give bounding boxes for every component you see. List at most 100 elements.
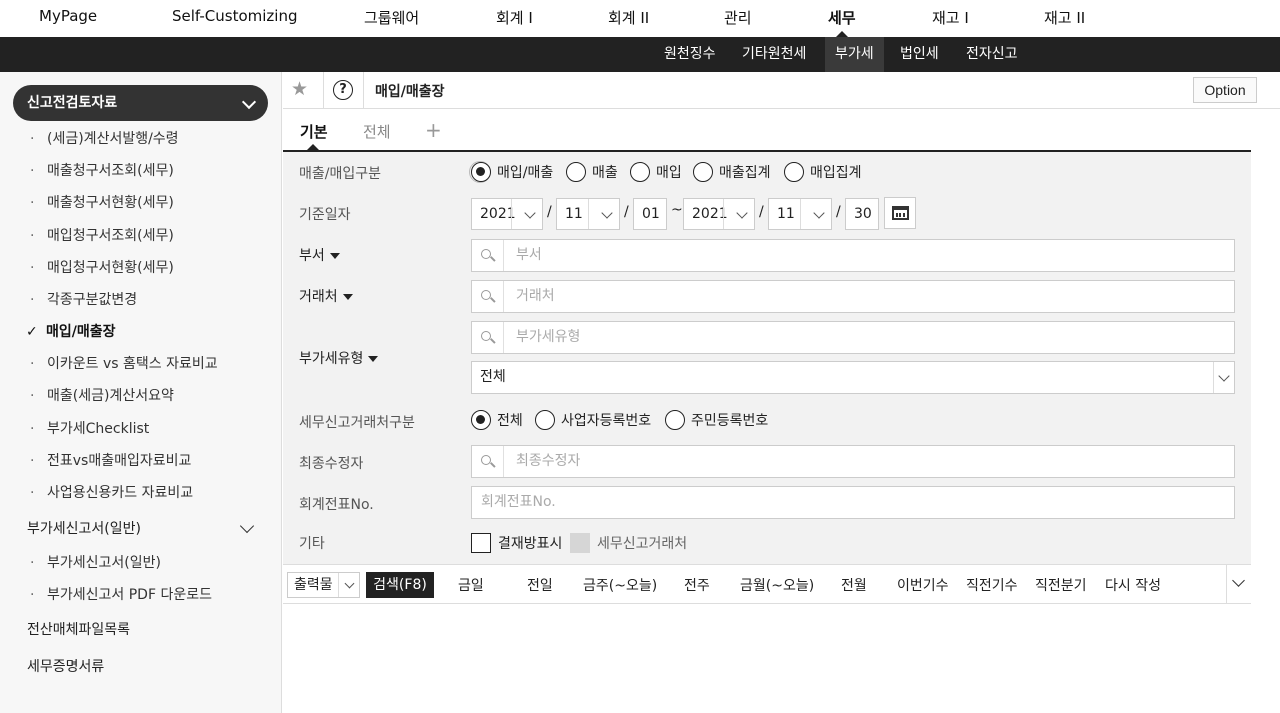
sidebar-item[interactable]: · 사업용신용카드 자료비교 [30, 482, 193, 502]
output-select[interactable]: 출력물 [287, 572, 360, 598]
sidebar-item[interactable]: · 매입청구서조회(세무) [30, 225, 174, 245]
top-nav-accounting-2[interactable]: 회계 II [608, 7, 649, 28]
sidebar-section-vat-report[interactable]: 부가세신고서(일반) [27, 518, 141, 538]
vat-type-label[interactable]: 부가세유형 [299, 348, 379, 368]
option-button[interactable]: Option [1193, 77, 1257, 103]
radio-purchase-summary[interactable]: 매입집계 [784, 162, 862, 182]
quick-last-period[interactable]: 직전기수 [966, 575, 1018, 595]
sidebar-item-active[interactable]: ✓ 매입/매출장 [26, 321, 116, 341]
bullet-icon: · [30, 131, 35, 147]
sidebar-header-label: 신고전검토자료 [27, 95, 118, 111]
quick-today[interactable]: 금일 [458, 575, 484, 595]
voucher-no-label: 회계전표No. [299, 497, 374, 513]
radio-all[interactable]: 전체 [471, 410, 523, 430]
vat-type-search-input[interactable]: 부가세유형 [471, 321, 1235, 354]
radio-sales-summary[interactable]: 매출집계 [693, 162, 771, 182]
top-nav: MyPage Self-Customizing 그룹웨어 회계 I 회계 II … [0, 0, 1280, 37]
sub-nav-withholding[interactable]: 원천징수 [654, 37, 726, 72]
tab-all[interactable]: 전체 [363, 121, 391, 142]
sidebar-item[interactable]: · 매출청구서현황(세무) [30, 192, 174, 212]
bullet-icon: · [30, 292, 35, 308]
page-title: 매입/매출장 [375, 84, 445, 100]
tab-basic[interactable]: 기본 [300, 121, 328, 142]
top-nav-inventory-1[interactable]: 재고 I [932, 7, 969, 28]
top-nav-self-customizing[interactable]: Self-Customizing [172, 7, 298, 25]
search-icon[interactable] [472, 322, 504, 353]
quick-last-month[interactable]: 전월 [841, 575, 867, 595]
sub-nav-vat[interactable]: 부가세 [825, 37, 884, 72]
sidebar-section-media-files[interactable]: 전산매체파일목록 [27, 619, 130, 639]
sidebar-item[interactable]: · 부가세신고서 PDF 다운로드 [30, 584, 212, 604]
chevron-down-icon [601, 207, 613, 219]
reset-button[interactable]: 다시 작성 [1105, 575, 1161, 595]
star-icon[interactable]: ★ [291, 78, 308, 100]
quick-this-week[interactable]: 금주(~오늘) [583, 575, 657, 595]
action-bar: 출력물 검색(F8) 금일 전일 금주(~오늘) 전주 금월(~오늘) 전월 이… [283, 564, 1251, 604]
last-editor-label: 최종수정자 [299, 456, 364, 472]
quick-this-month[interactable]: 금월(~오늘) [740, 575, 814, 595]
from-day-input[interactable]: 01 [633, 198, 667, 230]
from-year-select[interactable]: 2021 [471, 198, 543, 230]
chevron-down-icon[interactable] [1232, 574, 1245, 587]
tax-partner-checkbox: 세무신고거래처 [570, 533, 687, 553]
quick-this-period[interactable]: 이번기수 [897, 575, 949, 595]
base-date-label: 기준일자 [299, 207, 351, 223]
approval-display-checkbox[interactable]: 결재방표시 [471, 533, 562, 553]
customer-search-input[interactable]: 거래처 [471, 280, 1235, 313]
sidebar-section-tax-certificates[interactable]: 세무증명서류 [27, 656, 104, 676]
help-icon[interactable]: ? [333, 80, 353, 100]
calendar-icon[interactable] [884, 197, 916, 229]
radio-resident-number[interactable]: 주민등록번호 [665, 410, 768, 430]
radio-unchecked-icon [630, 162, 650, 182]
radio-unchecked-icon [665, 410, 685, 430]
top-nav-tax[interactable]: 세무 [828, 7, 856, 28]
radio-sales-purchase[interactable]: 매입/매출 [471, 162, 553, 182]
sidebar-item[interactable]: · (세금)계산서발행/수령 [30, 128, 179, 148]
sidebar-item[interactable]: · 부가세Checklist [30, 418, 149, 438]
sidebar-section-header[interactable]: 신고전검토자료 [13, 85, 268, 121]
sales-purchase-type-label: 매출/매입구분 [299, 166, 381, 182]
quick-last-week[interactable]: 전주 [684, 575, 710, 595]
top-nav-accounting-1[interactable]: 회계 I [496, 7, 533, 28]
search-icon[interactable] [472, 281, 504, 312]
sidebar-item[interactable]: · 매입청구서현황(세무) [30, 257, 174, 277]
to-day-input[interactable]: 30 [845, 198, 879, 230]
vat-type-select[interactable]: 전체 [471, 361, 1235, 394]
chevron-down-icon [344, 578, 355, 589]
sidebar-item[interactable]: · 이카운트 vs 홈택스 자료비교 [30, 353, 218, 373]
department-label[interactable]: 부서 [299, 245, 340, 265]
department-search-input[interactable]: 부서 [471, 239, 1235, 272]
top-nav-mypage[interactable]: MyPage [39, 7, 97, 25]
to-month-select[interactable]: 11 [768, 198, 832, 230]
search-icon[interactable] [472, 446, 504, 477]
voucher-no-input[interactable]: 회계전표No. [471, 486, 1235, 519]
chevron-down-icon[interactable] [239, 518, 255, 534]
radio-business-number[interactable]: 사업자등록번호 [535, 410, 651, 430]
from-month-select[interactable]: 11 [556, 198, 620, 230]
search-button[interactable]: 검색(F8) [366, 572, 434, 598]
quick-yesterday[interactable]: 전일 [527, 575, 553, 595]
sub-nav-other-withholding[interactable]: 기타원천세 [732, 37, 816, 72]
divider [323, 72, 324, 109]
sub-nav-corporate-tax[interactable]: 법인세 [890, 37, 949, 72]
sidebar-item[interactable]: · 부가세신고서(일반) [30, 552, 161, 572]
quick-last-quarter[interactable]: 직전분기 [1035, 575, 1087, 595]
sidebar-item[interactable]: · 매출청구서조회(세무) [30, 160, 174, 180]
divider [1226, 565, 1227, 603]
checkbox-icon [471, 533, 491, 553]
add-tab-icon[interactable]: + [425, 118, 442, 142]
search-icon[interactable] [472, 240, 504, 271]
radio-sales[interactable]: 매출 [566, 162, 618, 182]
last-editor-search-input[interactable]: 최종수정자 [471, 445, 1235, 478]
to-year-select[interactable]: 2021 [683, 198, 755, 230]
radio-unchecked-icon [566, 162, 586, 182]
customer-label[interactable]: 거래처 [299, 286, 353, 306]
top-nav-groupware[interactable]: 그룹웨어 [364, 7, 419, 28]
sidebar-item[interactable]: · 각종구분값변경 [30, 289, 137, 309]
radio-purchase[interactable]: 매입 [630, 162, 682, 182]
top-nav-inventory-2[interactable]: 재고 II [1044, 7, 1085, 28]
sidebar-item[interactable]: · 전표vs매출매입자료비교 [30, 450, 191, 470]
top-nav-management[interactable]: 관리 [724, 7, 752, 28]
sub-nav-e-filing[interactable]: 전자신고 [956, 37, 1028, 72]
sidebar-item[interactable]: · 매출(세금)계산서요약 [30, 385, 174, 405]
